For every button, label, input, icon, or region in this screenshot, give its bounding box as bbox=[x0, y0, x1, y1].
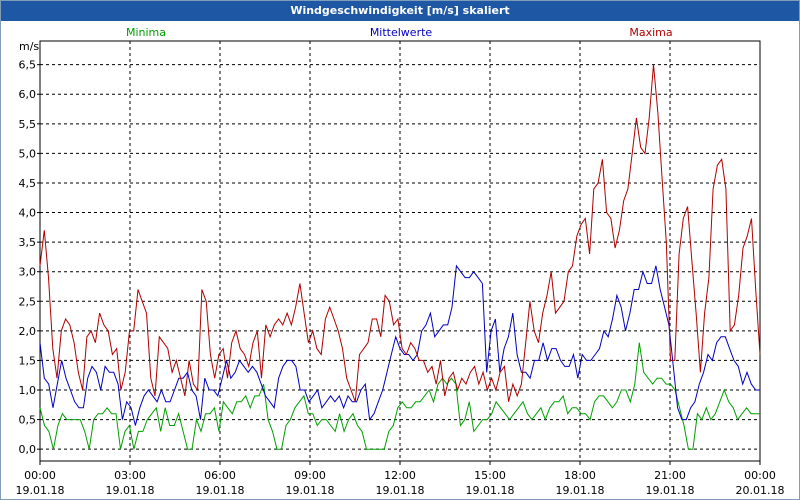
x-tick-date: 19.01.18 bbox=[286, 484, 335, 497]
y-tick-label: 2,0 bbox=[19, 325, 37, 338]
x-tick-date: 19.01.18 bbox=[376, 484, 425, 497]
grid bbox=[40, 41, 760, 461]
y-tick-label: 3,0 bbox=[19, 266, 37, 279]
legend-minima: Minima bbox=[126, 26, 166, 39]
y-axis-unit: m/s bbox=[19, 40, 39, 53]
x-tick-date: 20.01.18 bbox=[736, 484, 785, 497]
y-tick-label: 2,5 bbox=[19, 295, 37, 308]
legend-mittelwerte: Mittelwerte bbox=[370, 26, 433, 39]
x-tick-date: 19.01.18 bbox=[106, 484, 155, 497]
x-tick-date: 19.01.18 bbox=[556, 484, 605, 497]
y-tick-label: 6,5 bbox=[19, 59, 37, 72]
x-axis-labels: 00:00 19.01.18 03:00 19.01.18 06:00 19.01.18 0… bbox=[16, 469, 785, 497]
x-tick-time: 06:00 bbox=[204, 469, 236, 482]
x-tick-time: 00:00 bbox=[24, 469, 56, 482]
y-tick-label: 0,5 bbox=[19, 414, 37, 427]
legend-maxima: Maxima bbox=[629, 26, 672, 39]
x-tick-date: 19.01.18 bbox=[196, 484, 245, 497]
y-tick-label: 6,0 bbox=[19, 88, 37, 101]
y-tick-label: 4,0 bbox=[19, 207, 37, 220]
x-tick-time: 03:00 bbox=[114, 469, 146, 482]
x-tick-time: 15:00 bbox=[474, 469, 506, 482]
x-tick-date: 19.01.18 bbox=[16, 484, 65, 497]
y-tick-label: 5,5 bbox=[19, 118, 37, 131]
x-tick-time: 00:00 bbox=[744, 469, 776, 482]
x-tick-date: 19.01.18 bbox=[466, 484, 515, 497]
y-axis-labels: 0,0 0,5 1,0 1,5 2,0 2,5 3,0 3,5 4,0 4,5 5,0 5,5 6,0 6… bbox=[19, 59, 37, 457]
y-tick-label: 1,5 bbox=[19, 354, 37, 367]
y-tick-label: 5,0 bbox=[19, 147, 37, 160]
axes bbox=[37, 40, 761, 465]
y-tick-label: 3,5 bbox=[19, 236, 37, 249]
x-tick-time: 09:00 bbox=[294, 469, 326, 482]
x-tick-time: 18:00 bbox=[564, 469, 596, 482]
y-tick-label: 0,0 bbox=[19, 443, 37, 456]
x-tick-time: 12:00 bbox=[384, 469, 416, 482]
x-tick-date: 19.01.18 bbox=[646, 484, 695, 497]
wind-speed-chart: 0,0 0,5 1,0 1,5 2,0 2,5 3,0 3,5 4,0 4,5 5,0 5,5 6,0 6… bbox=[16, 26, 785, 497]
legend: Minima Mittelwerte Maxima bbox=[126, 26, 673, 39]
y-tick-label: 4,5 bbox=[19, 177, 37, 190]
x-tick-time: 21:00 bbox=[654, 469, 686, 482]
y-tick-label: 1,0 bbox=[19, 384, 37, 397]
